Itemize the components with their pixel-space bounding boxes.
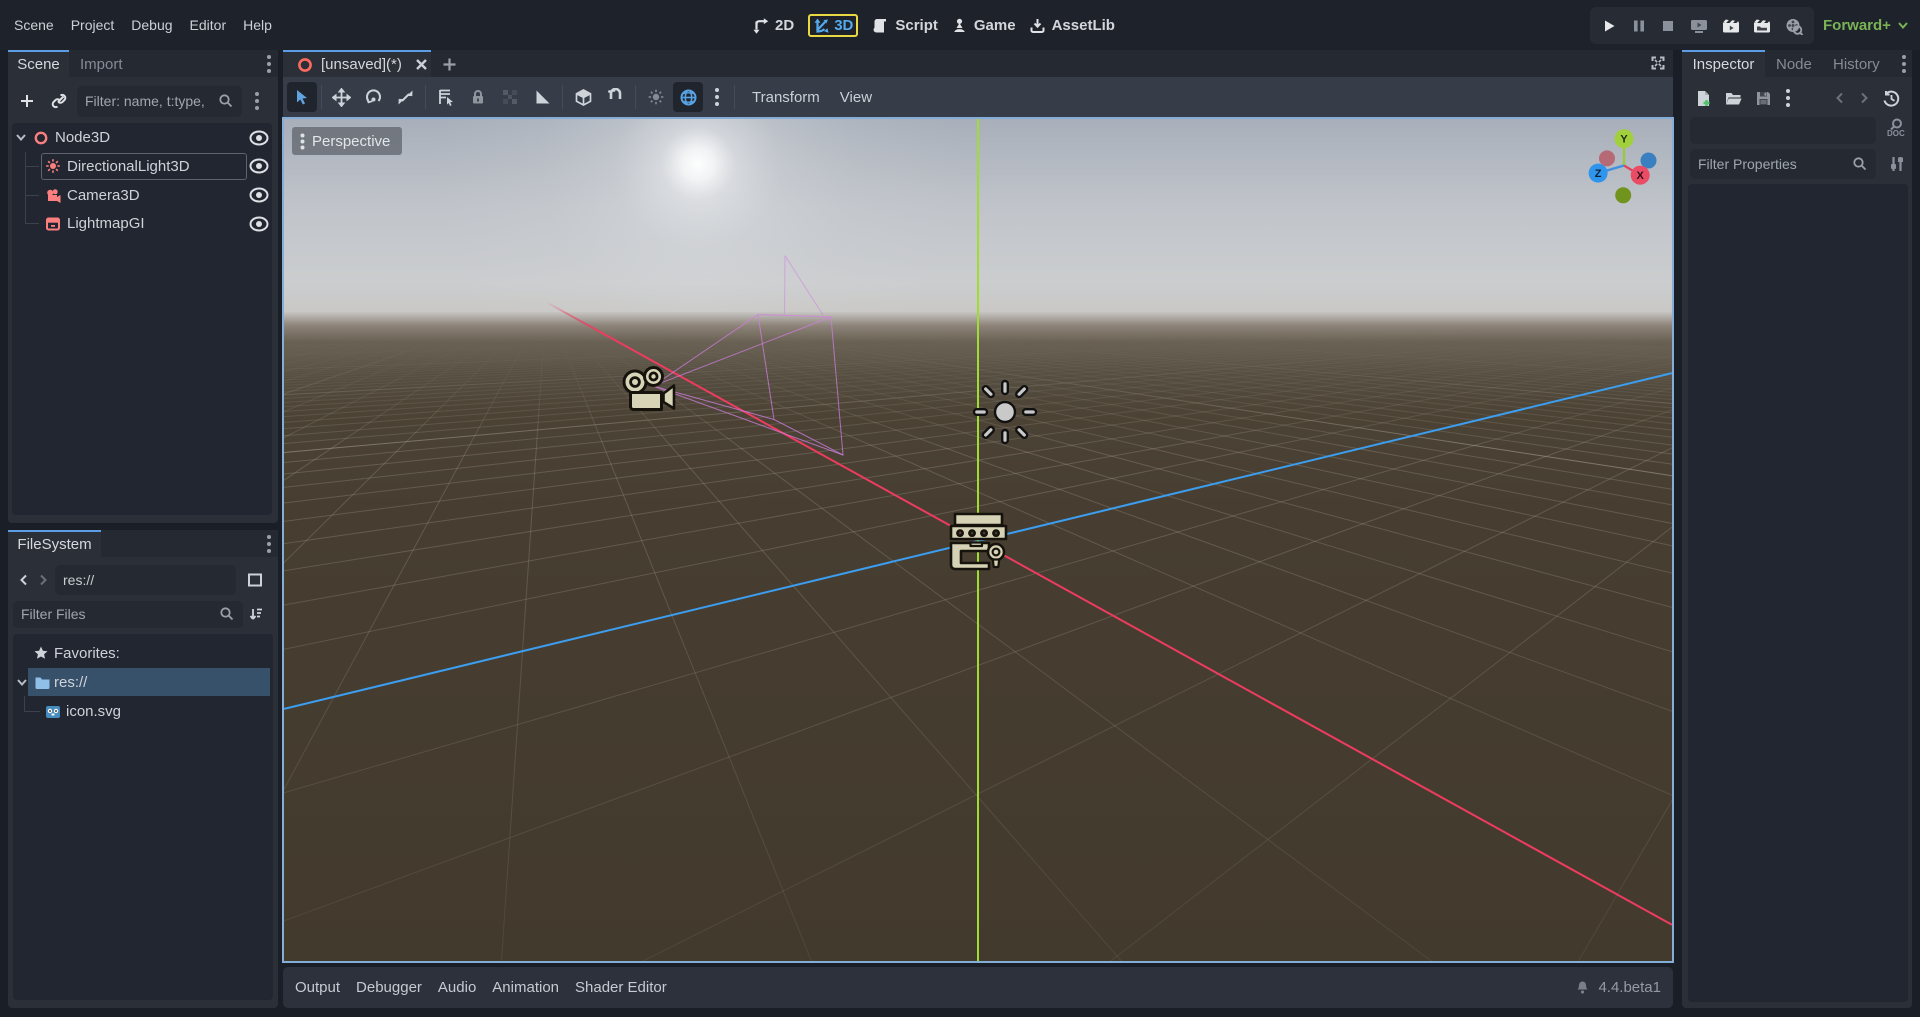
svg-text:Z: Z [1595, 168, 1602, 180]
svg-text:Y: Y [1620, 134, 1628, 146]
svg-text:X: X [1637, 170, 1645, 182]
svg-text:DOC: DOC [1887, 129, 1905, 138]
